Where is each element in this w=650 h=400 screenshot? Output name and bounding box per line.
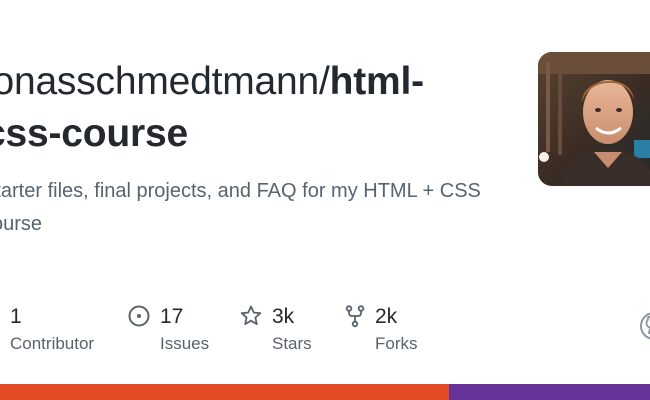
- star-icon: [239, 304, 263, 328]
- issue-opened-icon: [127, 304, 151, 328]
- stat-issues[interactable]: 17 Issues: [127, 300, 227, 360]
- language-bar: [0, 384, 650, 400]
- issues-label: Issues: [160, 334, 210, 353]
- repo-name-line2: css-course: [0, 112, 188, 155]
- github-icon: [640, 312, 650, 340]
- repo-description: Starter files, final projects, and FAQ f…: [0, 180, 481, 235]
- stars-count: 3k: [272, 305, 295, 328]
- repo-stats: 1 Contributor 17 Issues 3k Stars 2k Fork…: [0, 300, 650, 360]
- repo-social-card: jonasschmedtmann/html-css-course Starter…: [0, 0, 650, 400]
- repo-name-line1: html-: [329, 60, 425, 103]
- contributors-count: 1: [10, 305, 22, 328]
- stars-label: Stars: [272, 334, 312, 353]
- contributors-label: Contributor: [10, 334, 95, 353]
- language-segment-html: [0, 384, 449, 400]
- stat-forks[interactable]: 2k Forks: [343, 300, 433, 360]
- repo-forked-icon: [343, 304, 367, 328]
- repo-title[interactable]: jonasschmedtmann/html-css-course: [0, 56, 504, 160]
- stat-stars[interactable]: 3k Stars: [239, 300, 329, 360]
- repo-owner: jonasschmedtmann/: [0, 60, 330, 103]
- language-segment-css: [448, 384, 650, 400]
- owner-avatar[interactable]: [538, 52, 650, 186]
- avatar-photo: [538, 52, 650, 186]
- forks-count: 2k: [375, 305, 398, 328]
- forks-label: Forks: [375, 334, 418, 353]
- stat-contributors[interactable]: 1 Contributor: [0, 300, 106, 360]
- issues-count: 17: [160, 305, 184, 328]
